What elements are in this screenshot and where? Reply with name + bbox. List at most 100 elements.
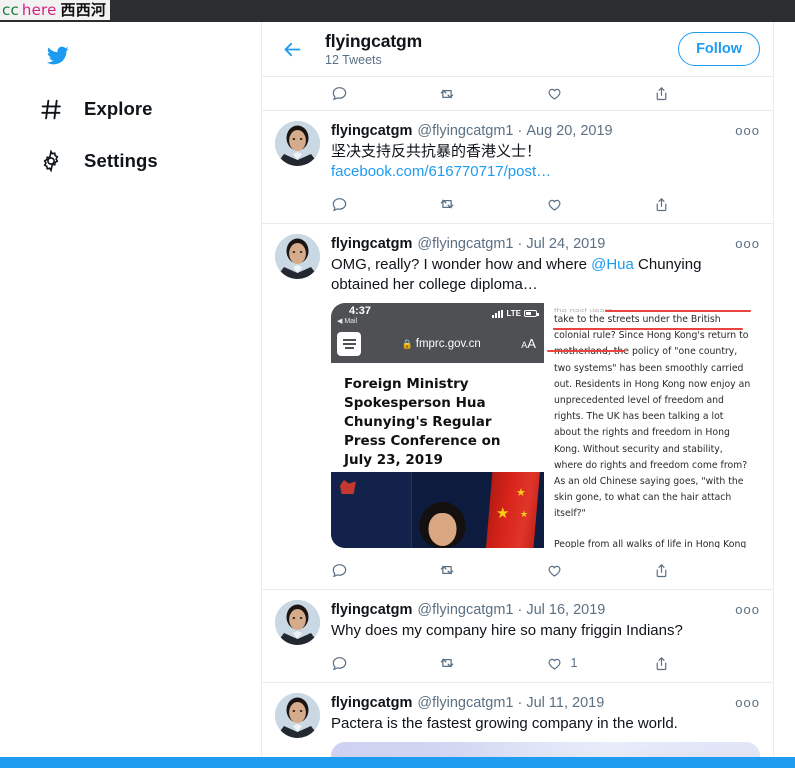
more-options-icon[interactable]: ooo — [727, 234, 760, 253]
tweet-header: flyingcatgm @flyingcatgm1 · Jul 11, 2019… — [331, 693, 760, 713]
tweet-separator: · — [517, 236, 523, 252]
main-timeline-column: flyingcatgm 12 Tweets Follow flyingcatgm… — [261, 22, 774, 757]
tweet-author-handle[interactable]: @flyingcatgm1 — [417, 694, 513, 713]
tweet-body: flyingcatgm @flyingcatgm1 · Jul 16, 2019… — [331, 600, 760, 678]
heart-icon[interactable] — [546, 562, 653, 579]
avatar[interactable] — [275, 600, 320, 645]
share-icon[interactable] — [653, 562, 760, 579]
twitter-bird-icon[interactable] — [0, 38, 261, 72]
media-phone-screenshot[interactable]: 4:37 ◀ Mail LTE 🔒 fmprc.gov.cn AA Foreig… — [331, 303, 544, 548]
tweet-action-bar — [331, 189, 760, 219]
tweet-item[interactable]: flyingcatgm @flyingcatgm1 · Jul 24, 2019… — [262, 223, 773, 589]
tweet-author-handle[interactable]: @flyingcatgm1 — [417, 601, 513, 620]
tweet-text: Why does my company hire so many friggin… — [331, 622, 683, 639]
article-excerpt-paragraph-2: People from all walks of life in Hong Ko… — [553, 538, 747, 548]
tweet-author-name[interactable]: flyingcatgm — [331, 694, 412, 713]
tweet-date[interactable]: Jul 16, 2019 — [526, 601, 605, 620]
heart-icon[interactable] — [546, 196, 653, 213]
tweet-body: flyingcatgm @flyingcatgm1 · Jul 11, 2019… — [331, 693, 760, 757]
gear-icon — [36, 146, 66, 176]
tweet-header: flyingcatgm @flyingcatgm1 · Jul 24, 2019… — [331, 234, 760, 254]
reader-mode-icon[interactable] — [337, 332, 361, 356]
avatar[interactable] — [275, 234, 320, 279]
share-icon[interactable] — [653, 196, 760, 213]
photo-backdrop-panel — [331, 472, 412, 548]
url-text: fmprc.gov.cn — [415, 338, 481, 350]
tweet-text-main: 坚决支持反共抗暴的香港义士！ — [331, 143, 542, 160]
article-excerpt-paragraph: take to the streets under the British co… — [553, 314, 751, 520]
china-flag-icon: ★ ★ ★ — [485, 472, 540, 548]
reply-icon[interactable] — [331, 655, 438, 672]
retweet-icon[interactable] — [438, 561, 545, 579]
tweet-author-handle[interactable]: @flyingcatgm1 — [417, 235, 513, 254]
tweet-link[interactable]: facebook.com/616770717/post… — [331, 163, 551, 180]
reply-icon[interactable] — [331, 562, 438, 579]
avatar[interactable] — [275, 693, 320, 738]
tweet-separator: · — [517, 695, 523, 711]
sidebar-item-explore[interactable]: Explore — [36, 94, 261, 124]
heart-icon[interactable]: 1 — [546, 655, 653, 672]
more-options-icon[interactable]: ooo — [727, 600, 760, 619]
tweet-item[interactable]: flyingcatgm @flyingcatgm1 · Jul 11, 2019… — [262, 682, 773, 757]
watermark-cc-text: cc — [2, 1, 19, 19]
battery-icon — [523, 310, 539, 317]
retweet-icon[interactable] — [438, 195, 545, 213]
tweet-author-name[interactable]: flyingcatgm — [331, 235, 412, 254]
tweet-text: 坚决支持反共抗暴的香港义士！ facebook.com/616770717/po… — [331, 142, 760, 182]
back-arrow-icon[interactable] — [275, 32, 309, 66]
tweet-item[interactable]: flyingcatgm @flyingcatgm1 · Aug 20, 2019… — [262, 110, 773, 223]
flag-star: ★ — [519, 509, 529, 519]
like-count: 1 — [570, 656, 578, 670]
red-underline-icon — [604, 310, 751, 312]
share-icon[interactable] — [653, 85, 760, 102]
flag-star: ★ — [515, 487, 526, 499]
watermark-chinese-text: 西西河 — [60, 1, 107, 19]
tweet-mention[interactable]: @Hua — [591, 256, 634, 273]
tweet-author-handle[interactable]: @flyingcatgm1 — [417, 122, 513, 141]
retweet-icon[interactable] — [438, 85, 545, 103]
watermark-overlay: cc here 西西河 — [0, 0, 111, 20]
phone-url-bar[interactable]: 🔒 fmprc.gov.cn AA — [331, 329, 544, 363]
avatar[interactable] — [275, 121, 320, 166]
tweet-date[interactable]: Jul 11, 2019 — [526, 694, 604, 713]
tweet-author-name[interactable]: flyingcatgm — [331, 122, 412, 141]
tweet-media-image[interactable] — [331, 742, 760, 757]
url-display[interactable]: 🔒 fmprc.gov.cn — [361, 338, 521, 350]
tweet-date[interactable]: Jul 24, 2019 — [526, 235, 605, 254]
red-underline-icon — [546, 350, 625, 352]
emblem-icon — [340, 480, 356, 494]
retweet-icon[interactable] — [438, 654, 545, 672]
tweet-action-bar — [331, 555, 760, 585]
sidebar-item-label-settings: Settings — [84, 150, 158, 171]
phone-status-bar: 4:37 ◀ Mail LTE — [331, 303, 544, 329]
phone-status-right: LTE — [492, 309, 539, 318]
right-gutter — [774, 22, 795, 757]
tweet-item[interactable]: flyingcatgm @flyingcatgm1 · Jul 16, 2019… — [262, 589, 773, 682]
tweet-separator: · — [517, 602, 523, 618]
red-underline-icon — [552, 328, 743, 330]
more-options-icon[interactable]: ooo — [727, 121, 760, 140]
text-size-icon[interactable]: AA — [521, 335, 538, 353]
heart-icon[interactable] — [546, 85, 653, 102]
more-options-icon[interactable]: ooo — [727, 693, 760, 712]
clipped-tweet-action-bar — [262, 76, 773, 110]
network-type-label: LTE — [506, 309, 521, 318]
desktop-taskbar[interactable] — [0, 757, 795, 768]
hashtag-icon — [36, 94, 66, 124]
share-icon[interactable] — [653, 655, 760, 672]
media-text-screenshot[interactable]: the past years, take to the streets unde… — [546, 303, 760, 548]
follow-button[interactable]: Follow — [678, 32, 760, 66]
reply-icon[interactable] — [331, 196, 438, 213]
tweet-media-gallery[interactable]: 4:37 ◀ Mail LTE 🔒 fmprc.gov.cn AA Foreig… — [331, 303, 760, 548]
reply-icon[interactable] — [331, 85, 438, 102]
tweet-date[interactable]: Aug 20, 2019 — [526, 122, 612, 141]
tweet-author-name[interactable]: flyingcatgm — [331, 601, 412, 620]
flag-star: ★ — [495, 505, 510, 522]
sidebar: Explore Settings — [0, 22, 261, 757]
sidebar-item-settings[interactable]: Settings — [36, 146, 261, 176]
tweet-body: flyingcatgm @flyingcatgm1 · Aug 20, 2019… — [331, 121, 760, 219]
tweet-body: flyingcatgm @flyingcatgm1 · Jul 24, 2019… — [331, 234, 760, 585]
article-headline: Foreign Ministry Spokesperson Hua Chunyi… — [331, 363, 544, 480]
phone-clock: 4:37 — [349, 305, 372, 317]
tweet-header: flyingcatgm @flyingcatgm1 · Jul 16, 2019… — [331, 600, 760, 620]
